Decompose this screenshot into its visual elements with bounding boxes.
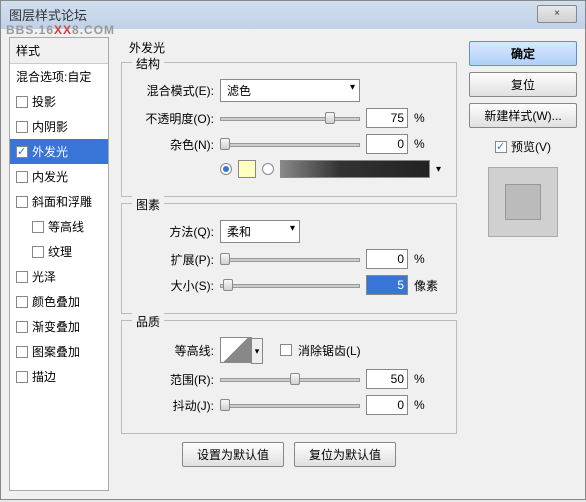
style-inner-shadow[interactable]: 内阴影 xyxy=(10,114,108,139)
opacity-slider[interactable] xyxy=(220,109,360,127)
preview-checkbox[interactable] xyxy=(495,141,507,153)
styles-list: 样式 混合选项:自定 投影 内阴影 外发光 内发光 斜面和浮雕 等高线 纹理 光… xyxy=(9,37,109,491)
color-radio[interactable] xyxy=(220,163,232,175)
blend-mode-label: 混合模式(E): xyxy=(134,82,214,99)
method-select[interactable]: 柔和 xyxy=(220,220,300,243)
gradient-radio[interactable] xyxy=(262,163,274,175)
quality-legend: 品质 xyxy=(132,313,164,330)
quality-group: 品质 等高线: ▾ 消除锯齿(L) 范围(R): 50 % 抖动(J): xyxy=(121,320,457,434)
jitter-slider[interactable] xyxy=(220,396,360,414)
structure-group: 结构 混合模式(E): 滤色 不透明度(O): 75 % 杂色(N): 0 % xyxy=(121,62,457,197)
noise-slider[interactable] xyxy=(220,135,360,153)
style-satin[interactable]: 光泽 xyxy=(10,264,108,289)
noise-label: 杂色(N): xyxy=(134,136,214,153)
style-color-overlay[interactable]: 颜色叠加 xyxy=(10,289,108,314)
styles-header: 样式 xyxy=(10,38,108,64)
jitter-input[interactable]: 0 xyxy=(366,395,408,415)
panel-title: 外发光 xyxy=(129,39,457,56)
elements-legend: 图素 xyxy=(132,196,164,213)
chevron-down-icon[interactable]: ▾ xyxy=(251,338,263,364)
contour-picker[interactable]: ▾ xyxy=(220,337,252,363)
checkbox[interactable] xyxy=(16,271,28,283)
spread-unit: % xyxy=(414,252,444,266)
antialiased-label: 消除锯齿(L) xyxy=(298,342,361,359)
opacity-input[interactable]: 75 xyxy=(366,108,408,128)
checkbox[interactable] xyxy=(16,296,28,308)
size-unit: 像素 xyxy=(414,277,444,294)
preview-swatch xyxy=(505,184,541,220)
checkbox[interactable] xyxy=(16,121,28,133)
contour-label: 等高线: xyxy=(134,342,214,359)
range-input[interactable]: 50 xyxy=(366,369,408,389)
chevron-down-icon[interactable]: ▾ xyxy=(436,164,441,175)
noise-unit: % xyxy=(414,137,444,151)
checkbox[interactable] xyxy=(16,196,28,208)
range-label: 范围(R): xyxy=(134,371,214,388)
preview-label: 预览(V) xyxy=(511,138,551,155)
style-pattern-overlay[interactable]: 图案叠加 xyxy=(10,339,108,364)
settings-panel: 外发光 结构 混合模式(E): 滤色 不透明度(O): 75 % 杂色(N): … xyxy=(117,37,461,491)
antialiased-checkbox[interactable] xyxy=(280,344,292,356)
color-swatch[interactable] xyxy=(238,160,256,178)
spread-label: 扩展(P): xyxy=(134,251,214,268)
watermark: BBS.16XX8.COM xyxy=(6,23,115,37)
checkbox[interactable] xyxy=(32,221,44,233)
style-gradient-overlay[interactable]: 渐变叠加 xyxy=(10,314,108,339)
checkbox[interactable] xyxy=(16,371,28,383)
range-slider[interactable] xyxy=(220,370,360,388)
style-outer-glow[interactable]: 外发光 xyxy=(10,139,108,164)
checkbox[interactable] xyxy=(16,346,28,358)
blend-mode-select[interactable]: 滤色 xyxy=(220,79,360,102)
jitter-unit: % xyxy=(414,398,444,412)
style-stroke[interactable]: 描边 xyxy=(10,364,108,389)
method-label: 方法(Q): xyxy=(134,223,214,240)
checkbox[interactable] xyxy=(16,171,28,183)
blend-options[interactable]: 混合选项:自定 xyxy=(10,64,108,89)
checkbox[interactable] xyxy=(16,146,28,158)
size-label: 大小(S): xyxy=(134,277,214,294)
style-bevel-emboss[interactable]: 斜面和浮雕 xyxy=(10,189,108,214)
set-default-button[interactable]: 设置为默认值 xyxy=(182,442,284,467)
ok-button[interactable]: 确定 xyxy=(469,41,577,66)
style-inner-glow[interactable]: 内发光 xyxy=(10,164,108,189)
elements-group: 图素 方法(Q): 柔和 扩展(P): 0 % 大小(S): 5 像素 xyxy=(121,203,457,314)
structure-legend: 结构 xyxy=(132,55,164,72)
style-texture[interactable]: 纹理 xyxy=(10,239,108,264)
window-title: 图层样式论坛 xyxy=(9,8,87,23)
checkbox[interactable] xyxy=(32,246,44,258)
checkbox[interactable] xyxy=(16,321,28,333)
preview-box xyxy=(488,167,558,237)
opacity-unit: % xyxy=(414,111,444,125)
cancel-button[interactable]: 复位 xyxy=(469,72,577,97)
reset-default-button[interactable]: 复位为默认值 xyxy=(294,442,396,467)
layer-style-dialog: 图层样式论坛 × BBS.16XX8.COM 样式 混合选项:自定 投影 内阴影… xyxy=(0,0,586,500)
size-input[interactable]: 5 xyxy=(366,275,408,295)
jitter-label: 抖动(J): xyxy=(134,397,214,414)
gradient-picker[interactable] xyxy=(280,160,430,178)
size-slider[interactable] xyxy=(220,276,360,294)
close-button[interactable]: × xyxy=(537,5,577,23)
spread-slider[interactable] xyxy=(220,250,360,268)
noise-input[interactable]: 0 xyxy=(366,134,408,154)
checkbox[interactable] xyxy=(16,96,28,108)
action-panel: 确定 复位 新建样式(W)... 预览(V) xyxy=(469,37,577,491)
style-contour[interactable]: 等高线 xyxy=(10,214,108,239)
range-unit: % xyxy=(414,372,444,386)
opacity-label: 不透明度(O): xyxy=(134,110,214,127)
spread-input[interactable]: 0 xyxy=(366,249,408,269)
new-style-button[interactable]: 新建样式(W)... xyxy=(469,103,577,128)
style-drop-shadow[interactable]: 投影 xyxy=(10,89,108,114)
